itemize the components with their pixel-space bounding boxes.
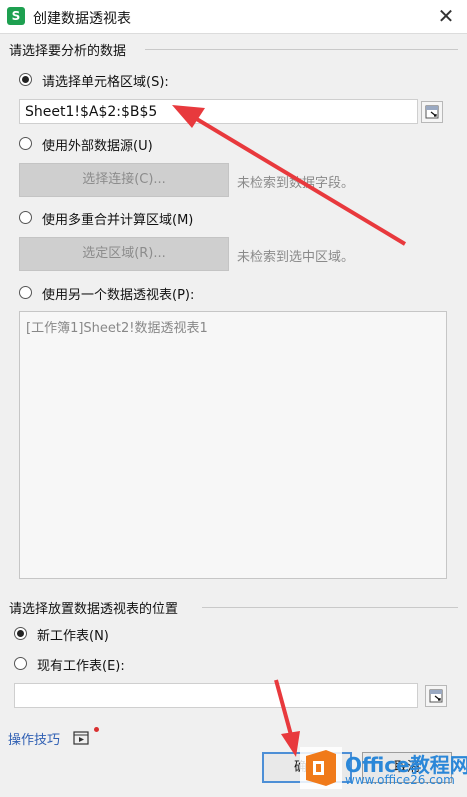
- new-sheet-label: 新工作表(N): [37, 629, 109, 644]
- new-sheet-radio[interactable]: [14, 627, 27, 640]
- existing-sheet-radio[interactable]: [14, 657, 27, 670]
- other-pivot-radio[interactable]: [19, 286, 32, 299]
- multi-range-radio[interactable]: [19, 211, 32, 224]
- dest-section-divider: [202, 607, 458, 608]
- pivot-table-list[interactable]: [工作簿1]Sheet2!数据透视表1: [19, 311, 447, 579]
- source-section-divider: [145, 49, 458, 50]
- spreadsheet-app-icon: S: [7, 7, 25, 25]
- external-source-hint: 未检索到数据字段。: [237, 176, 355, 191]
- range-select-icon: [429, 689, 443, 703]
- window-title: 创建数据透视表: [33, 11, 131, 27]
- range-input[interactable]: Sheet1!$A$2:$B$5: [19, 99, 418, 124]
- list-item[interactable]: [工作簿1]Sheet2!数据透视表1: [26, 317, 440, 336]
- existing-sheet-picker-button[interactable]: [425, 685, 447, 707]
- multi-range-label: 使用多重合并计算区域(M): [42, 213, 194, 228]
- existing-sheet-label: 现有工作表(E):: [37, 659, 125, 674]
- external-source-radio[interactable]: [19, 137, 32, 150]
- other-pivot-label: 使用另一个数据透视表(P):: [42, 288, 195, 303]
- close-icon: ✕: [437, 4, 455, 28]
- office-logo-icon: [300, 747, 342, 789]
- range-select-icon: [425, 105, 439, 119]
- select-range-button[interactable]: 选定区域(R)...: [19, 237, 229, 271]
- multi-range-hint: 未检索到选中区域。: [237, 250, 355, 265]
- notification-dot: [94, 727, 99, 732]
- existing-sheet-input[interactable]: [14, 683, 418, 708]
- range-radio[interactable]: [19, 73, 32, 86]
- range-picker-button[interactable]: [421, 101, 443, 123]
- watermark-url: www.office26.com: [345, 773, 455, 787]
- dest-section-legend: 请选择放置数据透视表的位置: [9, 602, 179, 617]
- external-source-label: 使用外部数据源(U): [42, 139, 153, 154]
- title-bar: S 创建数据透视表 ✕: [0, 0, 467, 34]
- range-option-label: 请选择单元格区域(S):: [42, 75, 169, 90]
- close-button[interactable]: ✕: [435, 5, 457, 27]
- video-icon[interactable]: [73, 731, 89, 745]
- source-section-legend: 请选择要分析的数据: [9, 44, 127, 59]
- tips-link[interactable]: 操作技巧: [8, 729, 60, 748]
- choose-connection-button[interactable]: 选择连接(C)...: [19, 163, 229, 197]
